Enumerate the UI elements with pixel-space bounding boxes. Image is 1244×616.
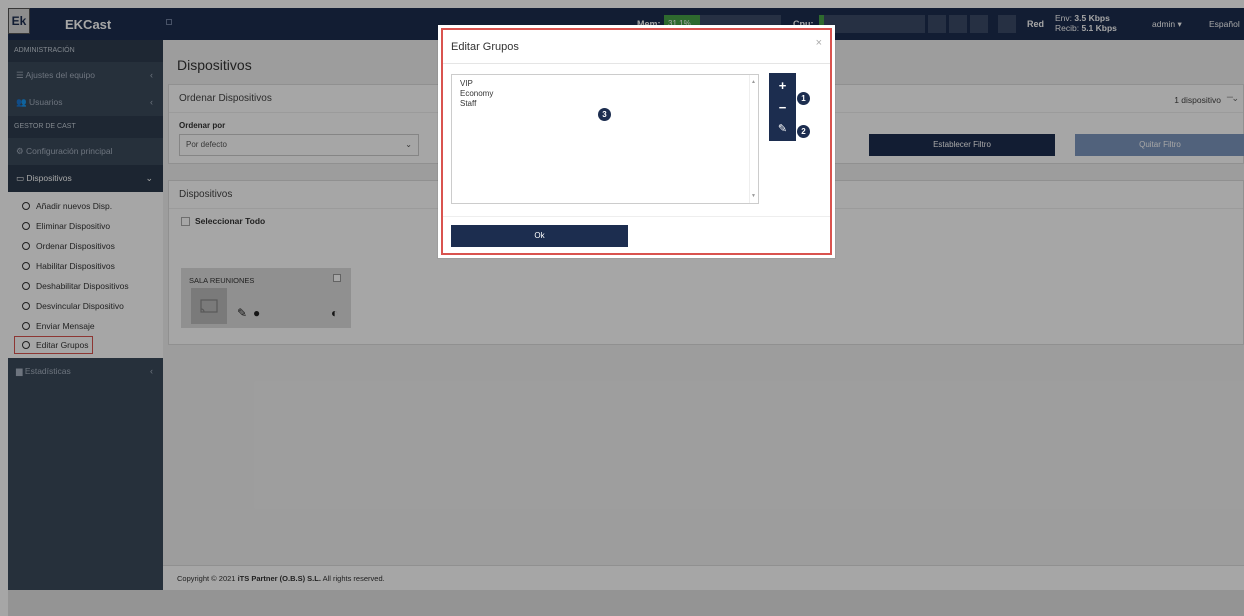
modal-header: Editar Grupos × <box>443 30 830 64</box>
scroll-up-icon[interactable]: ▲ <box>751 77 756 87</box>
callout-2: 2 <box>797 125 810 138</box>
edit-group-button[interactable]: ✎ <box>769 119 796 141</box>
groups-listbox[interactable]: VIP Economy Staff ▲ ▼ <box>451 74 759 204</box>
list-item[interactable]: VIP <box>460 79 750 89</box>
callout-3: 3 <box>598 108 611 121</box>
scrollbar[interactable]: ▲ ▼ <box>749 75 758 203</box>
close-icon[interactable]: × <box>816 37 822 49</box>
ok-button[interactable]: Ok <box>451 225 628 247</box>
callout-1: 1 <box>797 92 810 105</box>
modal-divider <box>443 216 830 217</box>
list-item[interactable]: Economy <box>460 89 750 99</box>
modal-title: Editar Grupos <box>451 41 519 53</box>
add-group-button[interactable]: + <box>769 76 796 98</box>
scroll-down-icon[interactable]: ▼ <box>751 191 756 201</box>
edit-groups-modal: Editar Grupos × VIP Economy Staff ▲ ▼ 3 … <box>438 25 835 258</box>
remove-group-button[interactable]: − <box>769 98 796 120</box>
